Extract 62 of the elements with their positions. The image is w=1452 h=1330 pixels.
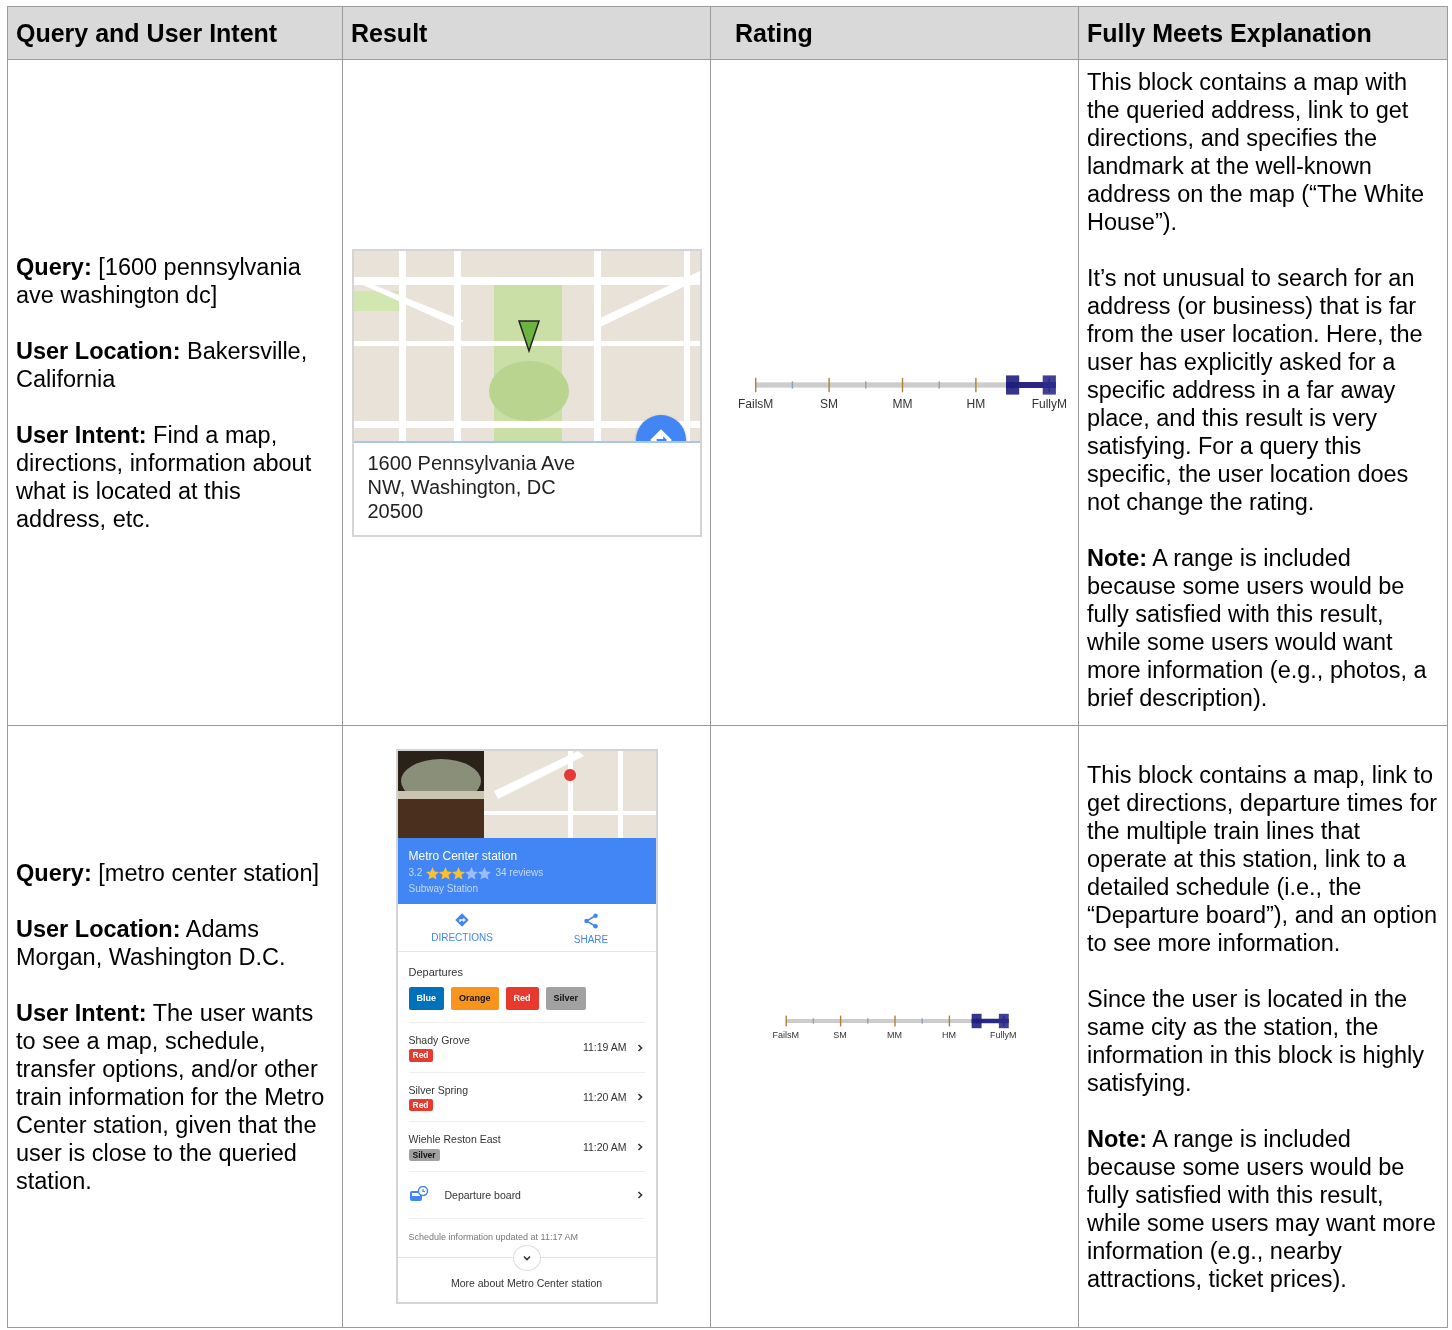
station-title: Metro Center station xyxy=(408,849,519,864)
departure-row[interactable]: Wiehle Reston East Silver 11:20 AM xyxy=(408,1122,645,1173)
explanation-paragraph: It’s not unusual to search for an address (or business) that is far from the user location. Here, the user has explicitly asked for a specific address in a far away place, and this result is very satisfying. For a query this specific, the user location does not change the rating. xyxy=(1087,264,1424,516)
line-tag: Red xyxy=(408,1049,433,1062)
explanation-paragraph: Since the user is located in the same city as the station, the information in this block is highly satisfying. xyxy=(1087,984,1425,1097)
more-link[interactable]: More about Metro Center station xyxy=(450,1276,603,1290)
column-header: Query and User Intent xyxy=(7,6,343,60)
departure-time: 11:19 AM xyxy=(582,1041,627,1054)
intent-paragraph: User Location: Bakersville, California xyxy=(16,336,309,393)
schedule-note: Schedule information updated at 11:17 AM xyxy=(408,1231,579,1243)
departure-row[interactable]: Silver Spring Red 11:20 AM xyxy=(408,1072,645,1123)
star-icon xyxy=(439,866,453,880)
star-icon xyxy=(452,866,466,880)
scale-label: HM xyxy=(965,397,987,412)
scale-label: FailsM xyxy=(771,1030,800,1041)
scale-label: FullyM xyxy=(989,1030,1018,1041)
scale-label: HM xyxy=(940,1030,957,1041)
intent-paragraph: Query: [1600 pennsylvania ave washington dc] xyxy=(16,252,302,309)
departure-time: 11:20 AM xyxy=(582,1091,627,1104)
star-icon xyxy=(465,866,479,880)
scale-label: MM xyxy=(891,397,914,412)
scale-label: SM xyxy=(832,1030,848,1041)
column-header: Result xyxy=(342,6,711,60)
column-header: Fully Meets Explanation xyxy=(1078,6,1448,60)
rating-range xyxy=(971,1013,1009,1029)
column-header: Rating xyxy=(710,6,1079,60)
destination-text: Shady Grove xyxy=(408,1033,470,1047)
line-chip[interactable]: Silver xyxy=(545,987,587,1010)
scale-label: SM xyxy=(819,397,840,412)
star-icon xyxy=(478,866,492,880)
intent-paragraph: Query: [metro center station] xyxy=(16,858,321,887)
departure-board-link[interactable]: Departure board xyxy=(408,1172,645,1220)
star-icon xyxy=(426,866,440,880)
section-title: Departures xyxy=(408,964,464,980)
scale-label: FailsM xyxy=(737,397,775,412)
line-tag: Silver xyxy=(408,1148,440,1162)
explanation-paragraph: Note: A range is included because some users would be fully satisfied with this result, while some users may want more information (e.g., nearby attractions, ticket prices). xyxy=(1087,1124,1437,1293)
review-count: 34 reviews xyxy=(495,867,544,880)
departure-row[interactable]: Shady Grove Red 11:19 AM xyxy=(408,1022,645,1073)
address-text: 1600 Pennsylvania Ave NW, Washington, DC 20500 xyxy=(366,450,577,524)
rating-value: 3.2 xyxy=(408,867,423,880)
explanation-paragraph: Note: A range is included because some users would be fully satisfied with this result, while some users would want more information (e.g., photos, a brief description). xyxy=(1087,544,1428,712)
scale-label: MM xyxy=(886,1030,903,1041)
line-chip[interactable]: Orange xyxy=(451,987,499,1010)
destination-text: Silver Spring xyxy=(408,1083,469,1097)
station-category: Subway Station xyxy=(408,882,479,895)
directions-button[interactable]: DIRECTIONS xyxy=(397,903,527,951)
directions-icon xyxy=(454,911,470,928)
line-chip[interactable]: Red xyxy=(505,987,539,1010)
line-tag: Red xyxy=(408,1099,433,1112)
share-icon xyxy=(582,911,600,930)
departure-time: 11:20 AM xyxy=(582,1140,627,1154)
intent-paragraph: User Location: Adams Morgan, Washington D.C. xyxy=(16,914,287,971)
explanation-paragraph: This block contains a map, link to get directions, departure times for the multiple train lines that operate at this station, link to a detailed schedule (i.e., the “Departure board”), and an option to see more information. xyxy=(1087,760,1439,957)
scale-label: FullyM xyxy=(1030,397,1068,412)
intent-paragraph: User Intent: The user wants to see a map, schedule, transfer options, and/or other train information for the Metro Center station, given that the user is close to the queried station. xyxy=(16,998,326,1195)
rating-range xyxy=(1006,375,1056,395)
intent-paragraph: User Intent: Find a map, directions, information about what is located at this address, etc. xyxy=(16,420,313,533)
share-button[interactable]: SHARE xyxy=(526,903,656,951)
destination-text: Wiehle Reston East xyxy=(408,1133,501,1146)
explanation-paragraph: This block contains a map with the queried address, link to get directions, and specifies the landmark at the well-known address on the map (“The White House”). xyxy=(1087,68,1425,236)
line-chip[interactable]: Blue xyxy=(408,987,444,1010)
